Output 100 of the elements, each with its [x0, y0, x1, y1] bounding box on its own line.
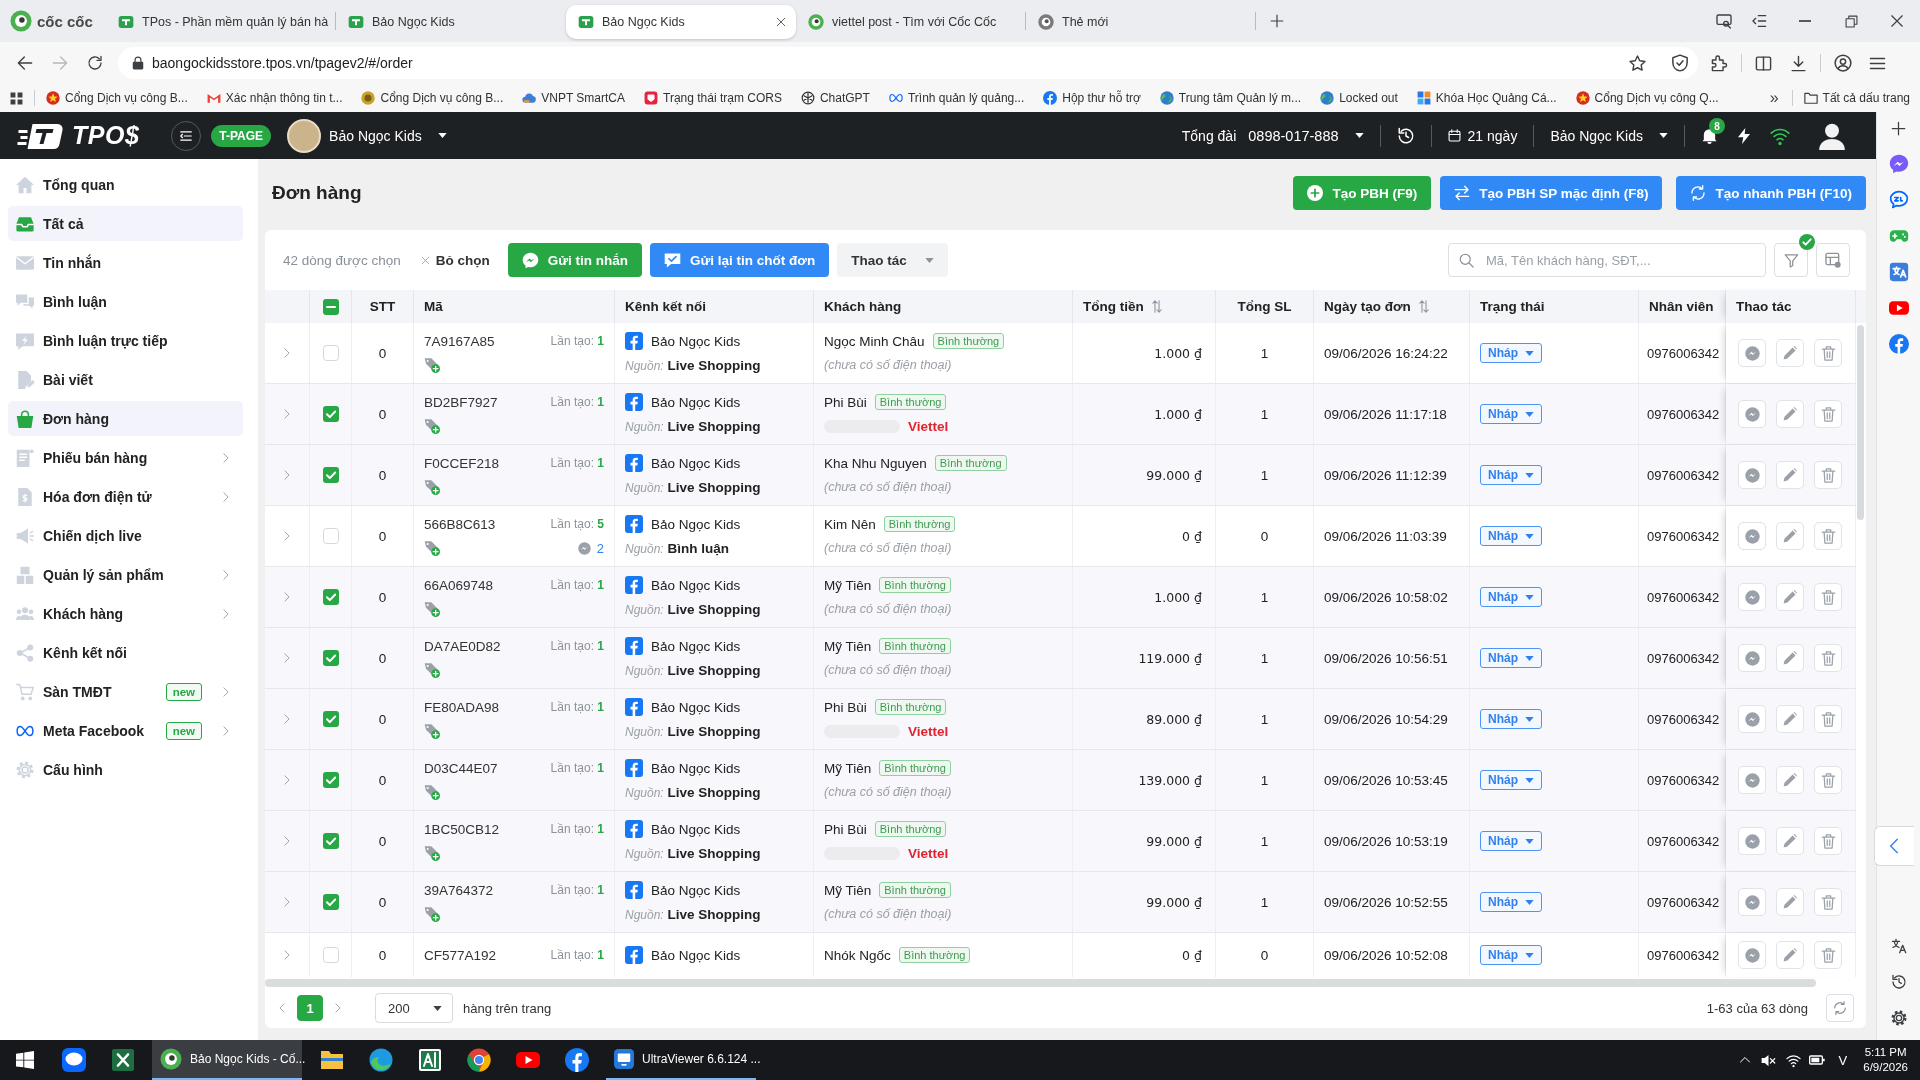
message-button[interactable] [1738, 461, 1766, 489]
column-header[interactable]: Ngày tạo đơn [1324, 299, 1411, 314]
message-button[interactable] [1738, 766, 1766, 794]
translate-icon[interactable] [1890, 938, 1907, 954]
battery-icon[interactable] [1808, 1052, 1825, 1068]
status-dropdown[interactable]: Nháp [1480, 404, 1542, 424]
history-icon[interactable] [1396, 126, 1415, 145]
status-dropdown[interactable]: Nháp [1480, 587, 1542, 607]
status-dropdown[interactable]: Nháp [1480, 648, 1542, 668]
split-screen-icon[interactable] [1755, 54, 1772, 72]
screen-search-icon[interactable] [1715, 13, 1732, 29]
sidebar-item[interactable]: Bài viết [8, 362, 243, 397]
reload-icon[interactable] [86, 55, 103, 71]
bookmark[interactable]: VNPT SmartCA [522, 91, 625, 105]
arrow-list-icon[interactable] [1750, 13, 1767, 29]
bookmark[interactable]: Cổng Dịch vụ công B... [46, 91, 188, 105]
edit-button[interactable] [1776, 644, 1804, 672]
status-dropdown[interactable]: Nháp [1480, 465, 1542, 485]
clear-selection-button[interactable]: Bỏ chọn [420, 245, 490, 275]
row-checkbox[interactable] [322, 589, 339, 605]
add-tag-icon[interactable] [424, 662, 440, 678]
sidebar-item[interactable]: Sàn TMĐT new [8, 674, 243, 709]
account-selector[interactable]: Bảo Ngọc Kids [1550, 127, 1668, 144]
download-icon[interactable] [1790, 54, 1807, 72]
star-icon[interactable] [1629, 54, 1646, 72]
delete-button[interactable] [1814, 583, 1842, 611]
messenger-icon[interactable] [1888, 154, 1909, 174]
browser-icon[interactable] [368, 1048, 393, 1072]
add-tag-icon[interactable] [424, 540, 440, 556]
bookmark[interactable]: Xác nhận thông tin t... [206, 91, 343, 105]
bookmark[interactable]: Khóa Học Quảng Cá... [1416, 91, 1557, 105]
expand-icon[interactable] [282, 897, 292, 907]
expand-icon[interactable] [282, 775, 292, 785]
bookmark[interactable]: Cổng Dịch vụ công Q... [1575, 91, 1719, 105]
bookmark[interactable]: ChatGPT [800, 91, 870, 105]
status-dropdown[interactable]: Nháp [1480, 831, 1542, 851]
restore-icon[interactable] [1844, 14, 1858, 28]
sidebar-item[interactable]: Đơn hàng [8, 401, 243, 436]
table-row[interactable]: 0 566B8C613 Lần tạo: 5 2 Bảo Ngọc Kids Nguồn: Bình luận Kim Nên Bình thường (chưa có số điện thoại) 0 ₫ 0 09/06/2026 11:03:39 Nháp 0976006342 [265, 506, 1856, 567]
expand-icon[interactable] [282, 950, 292, 960]
hotline-selector[interactable]: Tổng đài 0898-017-888 [1181, 127, 1364, 144]
spreadsheet-icon[interactable] [110, 1048, 135, 1072]
folder-icon[interactable] [319, 1048, 344, 1072]
edit-button[interactable] [1776, 888, 1804, 916]
message-button[interactable] [1738, 339, 1766, 367]
edit-button[interactable] [1776, 705, 1804, 733]
message-button[interactable] [1738, 400, 1766, 428]
delete-button[interactable] [1814, 888, 1842, 916]
delete-button[interactable] [1814, 705, 1842, 733]
edit-button[interactable] [1776, 522, 1804, 550]
edit-button[interactable] [1776, 766, 1804, 794]
message-button[interactable] [1738, 941, 1766, 969]
expand-icon[interactable] [282, 470, 292, 480]
sidebar-item[interactable]: Cấu hình [8, 752, 243, 787]
row-checkbox[interactable] [322, 772, 339, 788]
select-all-checkbox[interactable] [322, 298, 339, 315]
close-icon[interactable] [1890, 14, 1904, 28]
input-method-indicator[interactable]: V [1838, 1052, 1848, 1068]
browser-tab[interactable]: viettel post - Tìm với Cốc Cốc [796, 5, 1026, 39]
table-row[interactable]: 0 66A069748 Lần tạo: 1 Bảo Ngọc Kids Nguồn: Live Shopping Mỹ Tiên Bình thường (chưa có số điện thoại) 1.000 ₫ 1 09/06/2026 10:58:02 Nháp 0976006342 [265, 567, 1856, 628]
lightning-icon[interactable] [1736, 127, 1752, 144]
refresh-button[interactable] [1826, 994, 1854, 1022]
expand-icon[interactable] [282, 836, 292, 846]
profile-icon[interactable] [1833, 54, 1852, 72]
shield-icon[interactable] [1671, 54, 1689, 72]
sidebar-item[interactable]: Bình luận [8, 284, 243, 319]
expand-icon[interactable] [282, 653, 292, 663]
status-dropdown[interactable]: Nháp [1480, 770, 1542, 790]
row-checkbox[interactable] [322, 833, 339, 849]
facebook-icon[interactable] [564, 1048, 589, 1072]
puzzle-icon[interactable] [1711, 54, 1728, 72]
sort-icon[interactable] [1418, 300, 1429, 313]
speaker-muted-icon[interactable] [1760, 1052, 1776, 1068]
more-bookmarks[interactable]: » [1769, 89, 1779, 107]
browser-icon[interactable] [466, 1048, 491, 1072]
edit-button[interactable] [1776, 941, 1804, 969]
table-row[interactable]: 0 39A764372 Lần tạo: 1 Bảo Ngọc Kids Nguồn: Live Shopping Mỹ Tiên Bình thường (chưa có số điện thoại) 99.000 ₫ 1 09/06/2026 10:52:55 Nháp 0976006342 [265, 872, 1856, 933]
sidebar-item[interactable]: Meta Facebook new [8, 713, 243, 748]
browser-logo-icon[interactable] [10, 10, 32, 32]
row-checkbox[interactable] [322, 467, 339, 483]
row-checkbox[interactable] [322, 528, 339, 544]
table-row[interactable]: 0 FE80ADA98 Lần tạo: 1 Bảo Ngọc Kids Nguồn: Live Shopping Phi Bùi Bình thường Viettel 89.000 ₫ 1 09/06/2026 10:54:29 Nháp 0976006342 [265, 689, 1856, 750]
status-dropdown[interactable]: Nháp [1480, 526, 1542, 546]
chat-bubble-icon[interactable] [1888, 190, 1909, 210]
add-tag-icon[interactable] [424, 723, 440, 739]
row-checkbox[interactable] [322, 345, 339, 361]
column-header[interactable]: Tổng tiền [1083, 299, 1144, 314]
expand-icon[interactable] [282, 714, 292, 724]
app-tile-icon[interactable] [417, 1048, 442, 1072]
message-button[interactable] [1738, 888, 1766, 916]
sidebar-item[interactable]: Chiến dịch live [8, 518, 243, 553]
message-button[interactable] [1738, 522, 1766, 550]
actions-dropdown[interactable]: Thao tác [837, 243, 948, 277]
edit-button[interactable] [1776, 583, 1804, 611]
history-icon[interactable] [1890, 974, 1907, 990]
status-dropdown[interactable]: Nháp [1480, 343, 1542, 363]
row-checkbox[interactable] [322, 711, 339, 727]
status-dropdown[interactable]: Nháp [1480, 892, 1542, 912]
message-button[interactable] [1738, 705, 1766, 733]
all-bookmarks[interactable]: Tất cả dấu trang [1803, 91, 1910, 105]
